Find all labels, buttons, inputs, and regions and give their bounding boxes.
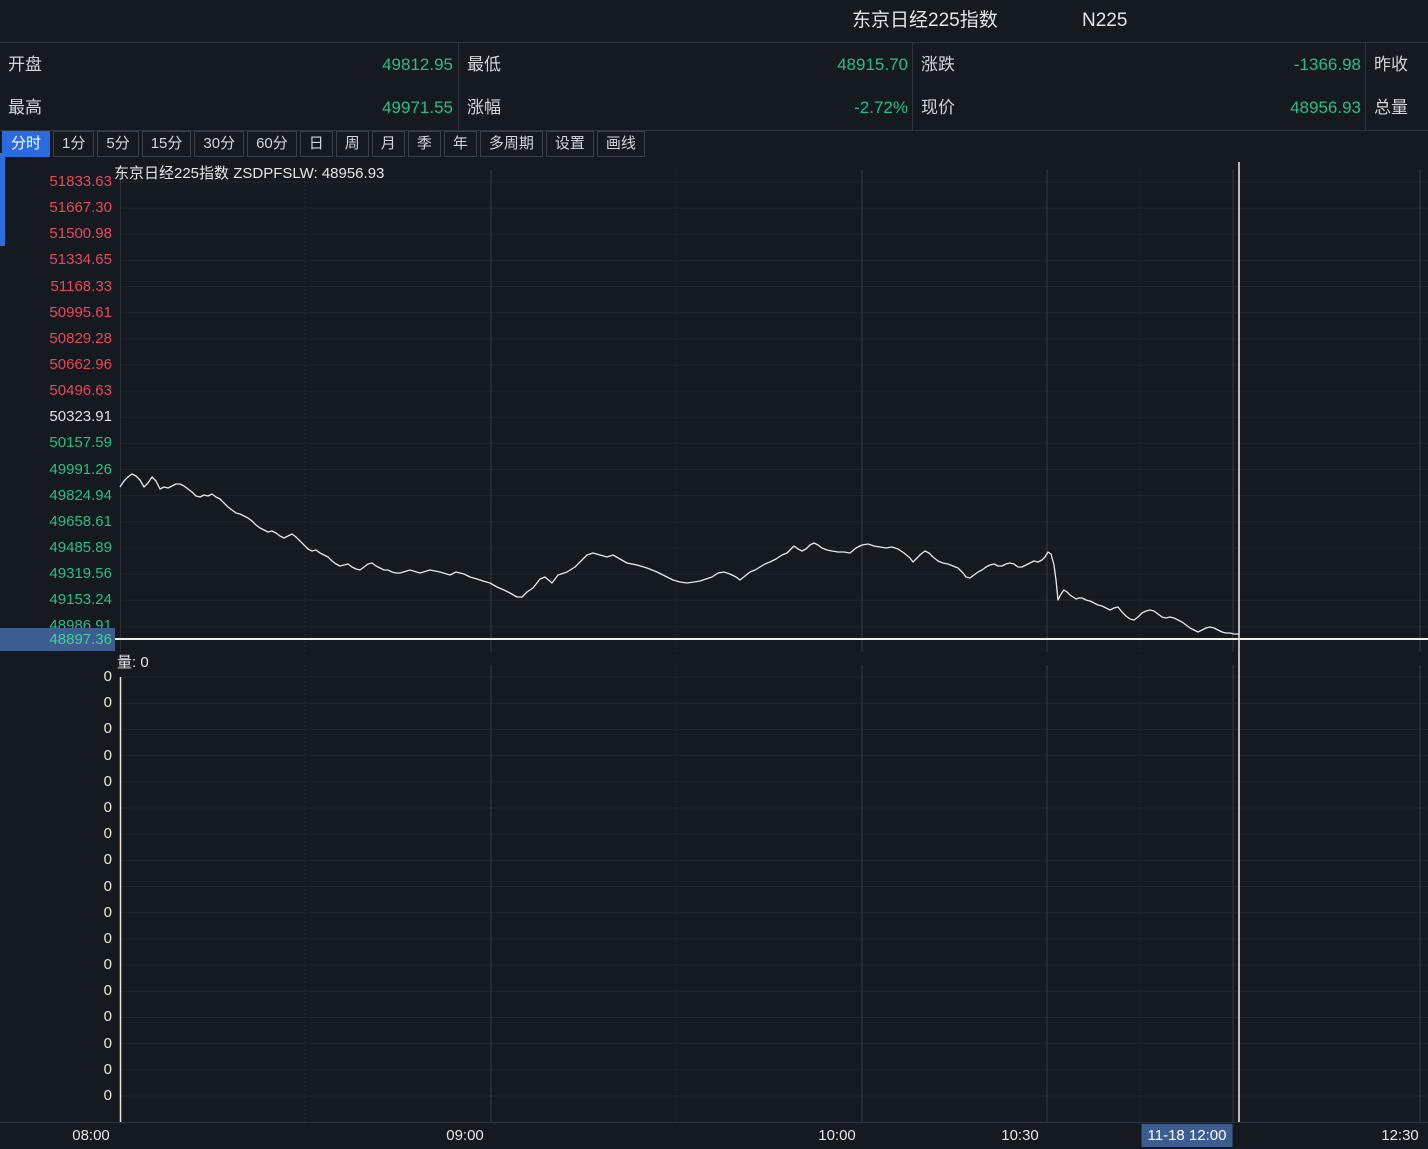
instrument-name: 东京日经225指数 bbox=[852, 0, 998, 42]
chart-overlay-title: 东京日经225指数 ZSDPFSLW: 48956.93 bbox=[114, 162, 384, 183]
stat-label: 最高 bbox=[8, 86, 42, 129]
stat-cell: 昨收 bbox=[1366, 43, 1428, 86]
stat-cell: 现价 48956.93 bbox=[913, 86, 1366, 129]
crosshair-time-label: 11-18 12:00 bbox=[1142, 1124, 1233, 1147]
stat-value: 49812.95 bbox=[382, 43, 453, 86]
period-tab-bar: 分时1分5分15分30分60分日周月季年多周期设置画线 bbox=[0, 131, 1428, 159]
period-tab[interactable]: 设置 bbox=[546, 131, 594, 157]
title-bar: 东京日经225指数 N225 bbox=[0, 0, 1428, 43]
stat-cell: 开盘 49812.95 bbox=[0, 43, 458, 86]
volume-axis-label: 0 bbox=[0, 981, 112, 1001]
left-scrollbar[interactable] bbox=[0, 153, 5, 246]
period-tab[interactable]: 季 bbox=[408, 131, 441, 157]
stat-column: 涨跌 -1366.98 现价 48956.93 bbox=[912, 43, 1366, 130]
price-axis-label: 51334.65 bbox=[0, 250, 112, 270]
period-tab[interactable]: 画线 bbox=[597, 131, 645, 157]
price-axis-label: 49824.94 bbox=[0, 486, 112, 506]
price-axis-label: 49319.56 bbox=[0, 564, 112, 584]
stat-value: 48915.70 bbox=[837, 43, 908, 86]
price-axis-label: 51500.98 bbox=[0, 224, 112, 244]
price-axis-label: 51833.63 bbox=[0, 172, 112, 192]
price-axis-label: 50496.63 bbox=[0, 381, 112, 401]
volume-axis-label: 0 bbox=[0, 667, 112, 687]
stat-cell: 涨跌 -1366.98 bbox=[913, 43, 1366, 86]
stat-label: 涨幅 bbox=[467, 86, 501, 129]
price-axis-label: 49658.61 bbox=[0, 512, 112, 532]
time-axis-label: 10:00 bbox=[818, 1123, 856, 1149]
price-axis-label: 50662.96 bbox=[0, 355, 112, 375]
price-axis-label: 49153.24 bbox=[0, 590, 112, 610]
price-axis-label: 50829.28 bbox=[0, 329, 112, 349]
time-axis-label: 12:30 bbox=[1381, 1123, 1419, 1149]
volume-title: 量: 0 bbox=[117, 654, 149, 672]
period-tab[interactable]: 15分 bbox=[142, 131, 192, 157]
period-tab[interactable]: 周 bbox=[336, 131, 369, 157]
stock-app-window: 东京日经225指数 N225 开盘 49812.95 最高 49971.55 最低 489… bbox=[0, 0, 1428, 1149]
volume-axis-label: 0 bbox=[0, 693, 112, 713]
period-tab[interactable]: 多周期 bbox=[480, 131, 543, 157]
stat-cell: 总量 bbox=[1366, 86, 1428, 129]
stat-column: 昨收总量 bbox=[1365, 43, 1428, 130]
volume-axis-label: 0 bbox=[0, 824, 112, 844]
stat-value: -1366.98 bbox=[1294, 43, 1361, 86]
price-axis-label: 51667.30 bbox=[0, 198, 112, 218]
stat-label: 总量 bbox=[1374, 86, 1408, 129]
period-tab[interactable]: 月 bbox=[372, 131, 405, 157]
stat-cell: 最高 49971.55 bbox=[0, 86, 458, 129]
time-axis-label: 08:00 bbox=[72, 1123, 110, 1149]
price-line bbox=[120, 474, 1239, 634]
price-axis-label: 49991.26 bbox=[0, 460, 112, 480]
chart-area[interactable]: 东京日经225指数 ZSDPFSLW: 48956.93 51833.63 516… bbox=[0, 160, 1428, 1122]
volume-axis-label: 0 bbox=[0, 929, 112, 949]
volume-axis-label: 0 bbox=[0, 719, 112, 739]
stat-cell: 最低 48915.70 bbox=[459, 43, 913, 86]
price-axis-label: 50323.91 bbox=[0, 407, 112, 427]
stat-column: 最低 48915.70 涨幅 -2.72% bbox=[458, 43, 913, 130]
volume-axis-label: 0 bbox=[0, 877, 112, 897]
period-tab[interactable]: 分时 bbox=[2, 131, 50, 157]
stat-label: 涨跌 bbox=[921, 43, 955, 86]
crosshair-price-label: 48897.36 bbox=[0, 628, 115, 651]
volume-axis-label: 0 bbox=[0, 746, 112, 766]
price-axis-label: 50157.59 bbox=[0, 433, 112, 453]
stat-value: 48956.93 bbox=[1290, 86, 1361, 129]
stat-label: 现价 bbox=[921, 86, 955, 129]
stat-value: -2.72% bbox=[854, 86, 908, 129]
chart-canvas[interactable] bbox=[0, 160, 1428, 1122]
volume-axis-label: 0 bbox=[0, 1086, 112, 1106]
volume-axis-label: 0 bbox=[0, 1034, 112, 1054]
stats-grid: 开盘49812.95最高49971.55最低48915.70涨幅-2.72%涨跌… bbox=[0, 43, 1428, 131]
period-tab[interactable]: 1分 bbox=[53, 131, 94, 157]
stat-column: 开盘 49812.95 最高 49971.55 bbox=[0, 43, 458, 130]
stat-label: 最低 bbox=[467, 43, 501, 86]
period-tab[interactable]: 30分 bbox=[194, 131, 244, 157]
volume-axis-label: 0 bbox=[0, 903, 112, 923]
price-axis-label: 49485.89 bbox=[0, 538, 112, 558]
stat-label: 昨收 bbox=[1374, 43, 1408, 86]
volume-axis-label: 0 bbox=[0, 772, 112, 792]
price-axis-label: 51168.33 bbox=[0, 277, 112, 297]
price-axis-label: 50995.61 bbox=[0, 303, 112, 323]
volume-axis-label: 0 bbox=[0, 1060, 112, 1080]
time-axis: 08:00 09:00 10:00 10:30 12:30 11-18 12:00 bbox=[0, 1122, 1428, 1149]
stat-label: 开盘 bbox=[8, 43, 42, 86]
volume-axis-label: 0 bbox=[0, 798, 112, 818]
instrument-symbol: N225 bbox=[1082, 0, 1127, 42]
volume-axis-label: 0 bbox=[0, 850, 112, 870]
time-axis-label: 10:30 bbox=[1001, 1123, 1039, 1149]
period-tab[interactable]: 60分 bbox=[247, 131, 297, 157]
volume-axis-label: 0 bbox=[0, 1007, 112, 1027]
time-axis-label: 09:00 bbox=[446, 1123, 484, 1149]
stat-value: 49971.55 bbox=[382, 86, 453, 129]
period-tab[interactable]: 5分 bbox=[97, 131, 138, 157]
volume-axis-label: 0 bbox=[0, 955, 112, 975]
period-tab[interactable]: 年 bbox=[444, 131, 477, 157]
period-tab[interactable]: 日 bbox=[300, 131, 333, 157]
stat-cell: 涨幅 -2.72% bbox=[459, 86, 913, 129]
